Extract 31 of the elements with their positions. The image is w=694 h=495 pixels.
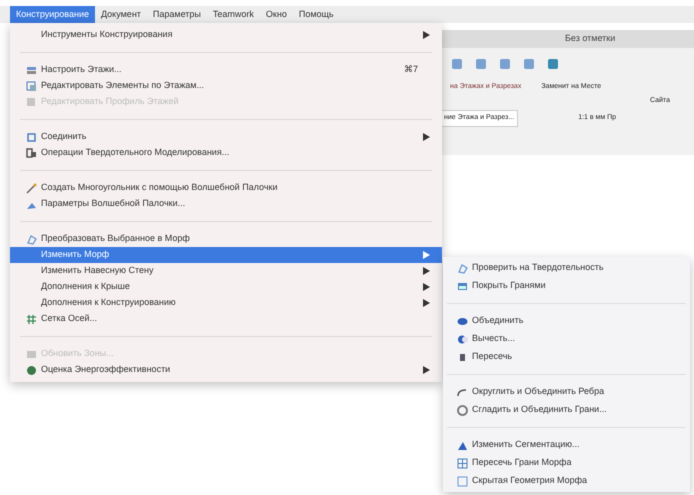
menu-bar-item[interactable]: Помощь [292, 6, 340, 23]
submenu-item[interactable]: Объединить [443, 312, 690, 330]
menu-item[interactable]: Редактировать Элементы по Этажам... [10, 78, 442, 94]
menu-bar-item[interactable]: Teamwork [206, 6, 260, 23]
menu-item[interactable]: Дополнения к Крыше [10, 279, 442, 295]
menu-item[interactable]: Операции Твердотельного Моделирования... [10, 145, 442, 161]
submenu-item[interactable]: Проверить на Твердотельность [443, 259, 690, 277]
submenu-item[interactable]: Изменить Сегментацию... [443, 436, 690, 454]
submenu-item[interactable]: Сгладить и Объединить Грани... [443, 401, 690, 419]
menu-item[interactable]: Дополнения к Конструированию [10, 295, 442, 311]
menu-item[interactable]: Инструменты Конструирования [10, 27, 442, 43]
submenu-item[interactable]: Пересечь [443, 348, 690, 366]
story-label: Без отметки [565, 32, 616, 46]
menu-item[interactable]: Создать Многоугольник с помощью Волшебной Палочки [10, 180, 442, 196]
menu-bar-item[interactable]: Параметры [146, 6, 207, 23]
menu-bar-item[interactable]: Конструирование [10, 6, 95, 23]
menu-bar-item[interactable]: Окно [260, 6, 293, 23]
menu-item[interactable]: Изменить Навесную Стену [10, 263, 442, 279]
menu-item[interactable]: Сетка Осей... [10, 311, 442, 327]
menu-item[interactable]: Изменить Морф [10, 247, 442, 263]
menu-item[interactable]: Соединить [10, 129, 442, 145]
menu-item[interactable]: Оценка Энергоэффективности [10, 362, 442, 378]
menu-bar-item[interactable]: Документ [94, 6, 147, 23]
menu-item[interactable]: Настроить Этажи... ⌘7 [10, 62, 442, 78]
menu-item[interactable]: Параметры Волшебной Палочки... [10, 196, 442, 212]
menu-item[interactable]: Преобразовать Выбранное в Морф [10, 231, 442, 247]
submenu-item[interactable]: Пересечь Грани Морфа [443, 454, 690, 472]
submenu-item[interactable]: Округлить и Объединить Ребра [443, 383, 690, 401]
submenu-item[interactable]: Вычесть... [443, 330, 690, 348]
submenu-item[interactable]: Скрытая Геометрия Морфа [443, 472, 690, 490]
submenu-item[interactable]: Покрыть Гранями [443, 277, 690, 295]
